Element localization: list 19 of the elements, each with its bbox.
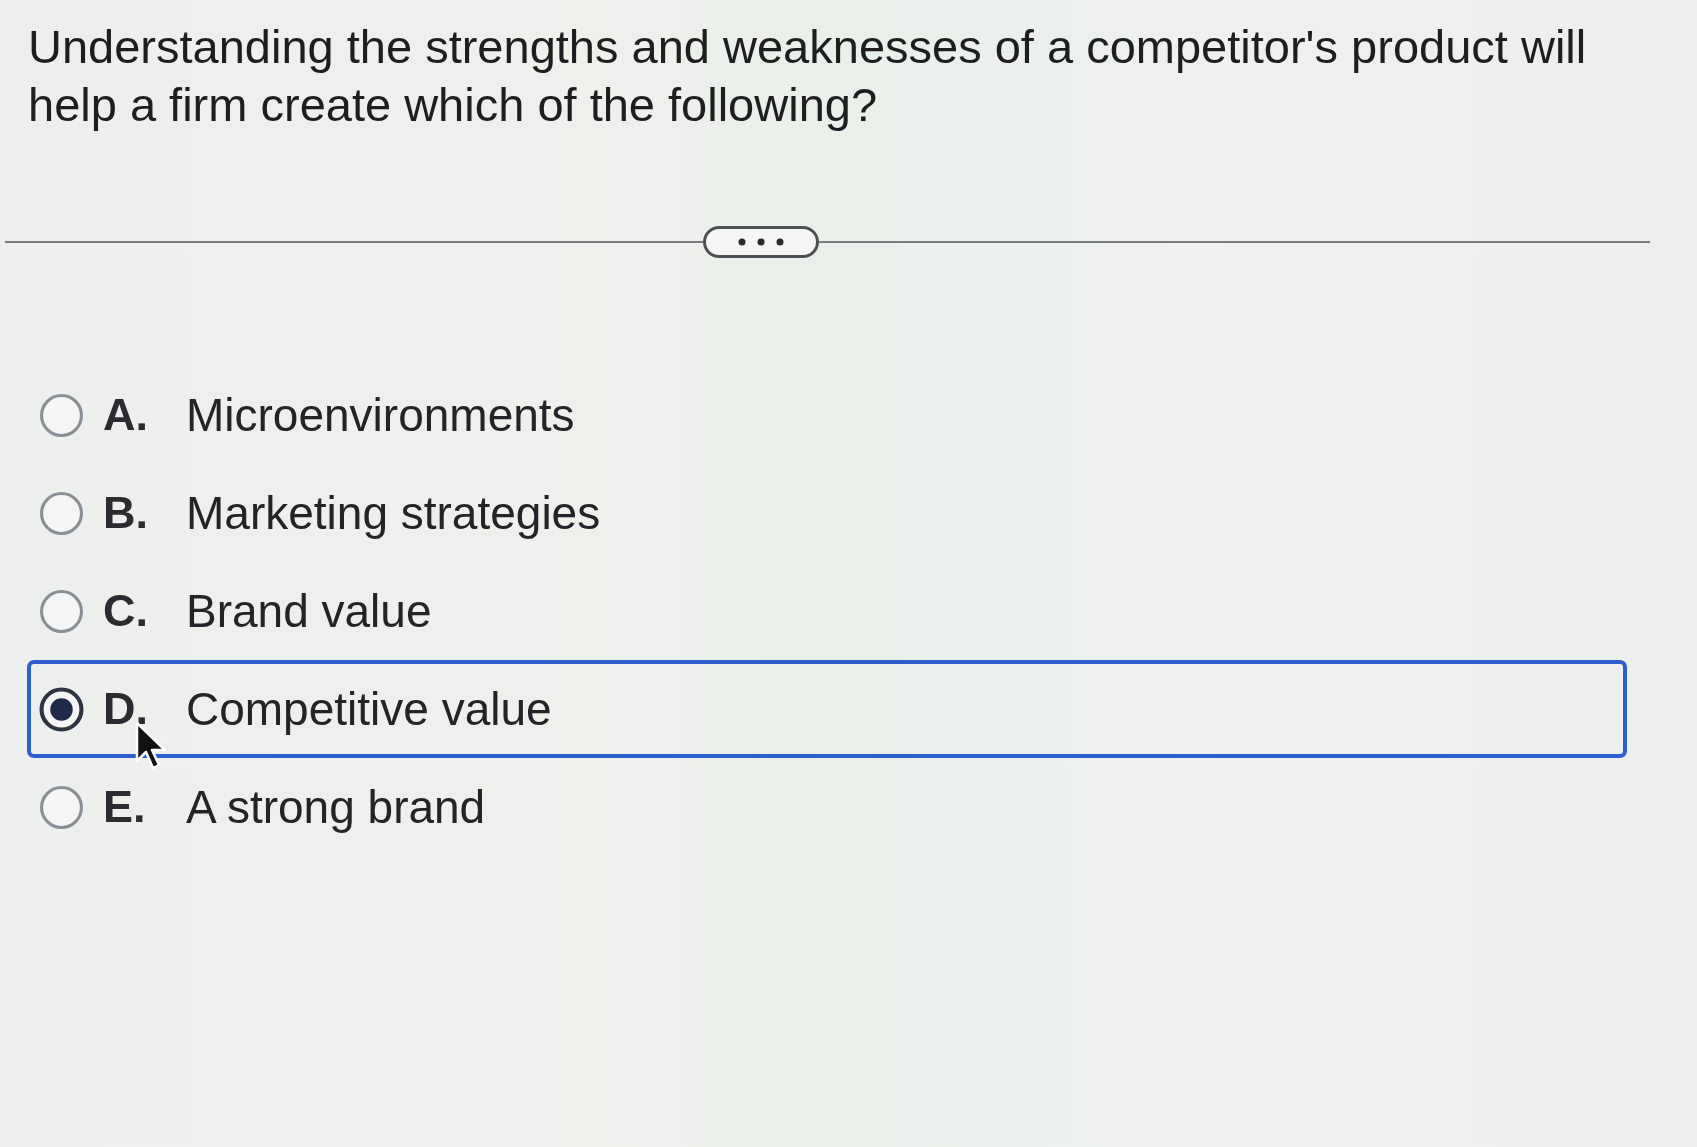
radio-button[interactable] xyxy=(39,686,84,732)
option-label[interactable]: Brand value xyxy=(186,576,432,646)
option-label[interactable]: Marketing strategies xyxy=(186,478,601,548)
option-letter: B. xyxy=(103,486,149,541)
expand-button[interactable] xyxy=(703,226,819,258)
option-letter: E. xyxy=(103,780,147,835)
radio-button[interactable] xyxy=(39,392,84,438)
option-letter: A. xyxy=(103,388,149,443)
option-label[interactable]: A strong brand xyxy=(186,772,486,842)
radio-button[interactable] xyxy=(39,784,84,830)
option-label[interactable]: Microenvironments xyxy=(186,380,575,450)
ellipsis-icon xyxy=(738,238,784,246)
radio-button[interactable] xyxy=(39,490,84,536)
option-label[interactable]: Competitive value xyxy=(186,674,552,744)
option-letter: C. xyxy=(103,584,149,639)
option-letter: D. xyxy=(103,682,149,737)
radio-button[interactable] xyxy=(39,588,84,634)
question-text: Understanding the strengths and weaknesses of a competitor's product will help a firm create which of the following? xyxy=(28,19,1588,133)
selected-answer-row[interactable]: D. Competitive value xyxy=(27,660,1627,758)
